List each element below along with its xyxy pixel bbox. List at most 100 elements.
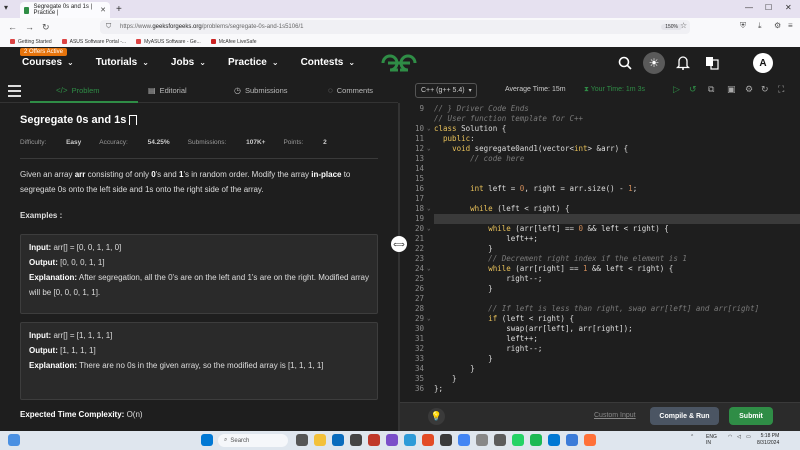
language-indicator[interactable]: ENG IN bbox=[706, 434, 717, 446]
nav-contests[interactable]: Contests ⌄ bbox=[301, 57, 356, 68]
code-line[interactable]: 26 } bbox=[400, 284, 800, 294]
menu-icon[interactable]: ≡ bbox=[788, 21, 793, 30]
task-view-icon[interactable] bbox=[296, 434, 308, 446]
nav-tutorials[interactable]: Tutorials ⌄ bbox=[96, 57, 149, 68]
tab-close-icon[interactable]: ✕ bbox=[100, 6, 106, 14]
taskbar-search[interactable]: ⌕ Search bbox=[218, 434, 288, 447]
chrome-icon[interactable] bbox=[458, 434, 470, 446]
code-line[interactable]: 16 int left = 0, right = arr.size() - 1; bbox=[400, 184, 800, 194]
resize-handle-icon[interactable]: ⟺ bbox=[391, 236, 407, 252]
custom-input-link[interactable]: Custom Input bbox=[594, 412, 636, 419]
spotify-icon[interactable] bbox=[530, 434, 542, 446]
fold-chevron-icon[interactable]: ⌄ bbox=[427, 124, 431, 134]
theme-toggle-sun-icon[interactable]: ☀ bbox=[643, 52, 665, 74]
volume-icon[interactable]: ◁ bbox=[737, 434, 741, 440]
system-clock[interactable]: 5:18 PM 8/31/2024 bbox=[757, 433, 779, 447]
battery-icon[interactable]: ▭ bbox=[746, 434, 751, 440]
bookmark-mcafee[interactable]: McAfee LiveSafe bbox=[210, 39, 257, 45]
code-line[interactable]: 34 } bbox=[400, 364, 800, 374]
reset-timer-icon[interactable]: ↺ bbox=[689, 84, 697, 95]
code-line[interactable]: 30 swap(arr[left], arr[right]); bbox=[400, 324, 800, 334]
play-icon[interactable]: ▷ bbox=[673, 84, 680, 95]
code-line[interactable]: 13 // code here bbox=[400, 154, 800, 164]
code-line[interactable]: 11 public: bbox=[400, 134, 800, 144]
whatsapp-icon[interactable] bbox=[512, 434, 524, 446]
problem-pane[interactable]: Segregate 0s and 1s Difficulty: Easy Acc… bbox=[0, 103, 394, 431]
app-icon[interactable] bbox=[404, 434, 416, 446]
app-icon[interactable] bbox=[422, 434, 434, 446]
nav-practice[interactable]: Practice ⌄ bbox=[228, 57, 279, 68]
code-line[interactable]: 32 right--; bbox=[400, 344, 800, 354]
minimize-icon[interactable]: — bbox=[745, 3, 753, 12]
address-bar[interactable]: ⛉ https://www. geeksforgeeks.org/problems… bbox=[100, 20, 690, 34]
code-line[interactable]: 23 // Decrement right index if the eleme… bbox=[400, 254, 800, 264]
window-close-icon[interactable]: ✕ bbox=[785, 3, 792, 12]
code-line[interactable]: 24 ⌄ while (arr[right] == 1 && left < rig… bbox=[400, 264, 800, 274]
windows-start-icon[interactable] bbox=[201, 434, 213, 446]
code-line[interactable]: 20 ⌄ while (arr[left] == 0 && left < righ… bbox=[400, 224, 800, 234]
code-line[interactable]: 35 } bbox=[400, 374, 800, 384]
code-line[interactable]: 9 // } Driver Code Ends bbox=[400, 104, 800, 114]
language-select[interactable]: C++ (g++ 5.4) ▾ bbox=[415, 83, 477, 98]
file-explorer-icon[interactable] bbox=[314, 434, 326, 446]
wifi-icon[interactable]: ◠ bbox=[728, 434, 732, 440]
tray-chevron-icon[interactable]: ⌃ bbox=[690, 434, 694, 440]
extensions-icon[interactable]: ⚙ bbox=[774, 21, 781, 30]
browser-tab[interactable]: Segregate 0s and 1s | Practice | ✕ bbox=[20, 2, 110, 18]
code-line[interactable]: 22 } bbox=[400, 244, 800, 254]
code-line[interactable]: 19 bbox=[400, 214, 800, 224]
app-icon[interactable] bbox=[476, 434, 488, 446]
code-line[interactable]: 28 // If left is less than right, swap a… bbox=[400, 304, 800, 314]
shield-icon[interactable]: ⛨ bbox=[740, 21, 746, 31]
back-icon[interactable]: ← bbox=[8, 22, 17, 32]
translate-icon[interactable] bbox=[705, 55, 719, 70]
code-line[interactable]: 17 bbox=[400, 194, 800, 204]
fold-chevron-icon[interactable]: ⌄ bbox=[427, 204, 431, 214]
vscode-icon[interactable] bbox=[548, 434, 560, 446]
fullscreen-icon[interactable]: ⛶ bbox=[778, 84, 784, 95]
hamburger-menu-icon[interactable] bbox=[8, 85, 21, 100]
code-line[interactable]: // User function template for C++ bbox=[400, 114, 800, 124]
tab-problem[interactable]: </> Problem bbox=[56, 86, 100, 95]
avatar[interactable]: A bbox=[753, 53, 773, 73]
fold-chevron-icon[interactable]: ⌄ bbox=[427, 224, 431, 234]
tab-submissions[interactable]: ◷ Submissions bbox=[234, 86, 288, 95]
new-tab-icon[interactable]: + bbox=[116, 4, 122, 15]
copy-icon[interactable]: ⧉ bbox=[708, 84, 714, 95]
fold-chevron-icon[interactable]: ⌄ bbox=[427, 264, 431, 274]
app-icon[interactable] bbox=[386, 434, 398, 446]
code-line[interactable]: 14 bbox=[400, 164, 800, 174]
search-icon[interactable] bbox=[618, 56, 632, 70]
bookmark-myasus[interactable]: MyASUS Software - Ge... bbox=[136, 39, 201, 45]
mcafee-icon[interactable] bbox=[368, 434, 380, 446]
bookmark-icon[interactable] bbox=[129, 115, 138, 125]
nav-courses[interactable]: Courses ⌄ bbox=[22, 57, 74, 68]
gfg-logo[interactable] bbox=[379, 53, 419, 73]
forward-icon[interactable]: → bbox=[25, 22, 34, 32]
submit-button[interactable]: Submit bbox=[729, 407, 773, 425]
zoom-level[interactable]: 150% bbox=[661, 24, 682, 30]
code-line[interactable]: 18 ⌄ while (left < right) { bbox=[400, 204, 800, 214]
maximize-icon[interactable]: ☐ bbox=[765, 3, 772, 12]
code-line[interactable]: 27 bbox=[400, 294, 800, 304]
compile-run-button[interactable]: Compile & Run bbox=[650, 407, 719, 425]
bell-icon[interactable] bbox=[676, 55, 690, 70]
lightbulb-icon[interactable]: 💡 bbox=[428, 408, 445, 425]
firefox-icon[interactable] bbox=[584, 434, 596, 446]
nav-jobs[interactable]: Jobs ⌄ bbox=[171, 57, 206, 68]
refresh-icon[interactable]: ↻ bbox=[761, 84, 769, 95]
code-line[interactable]: 29 ⌄ if (left < right) { bbox=[400, 314, 800, 324]
store-icon[interactable] bbox=[350, 434, 362, 446]
app-icon[interactable] bbox=[440, 434, 452, 446]
bookmark-getting-started[interactable]: Getting Started bbox=[10, 39, 52, 45]
tab-editorial[interactable]: ▤ Editorial bbox=[148, 86, 187, 95]
app-icon[interactable] bbox=[494, 434, 506, 446]
bookmark-asus-portal[interactable]: ASUS Software Portal -... bbox=[61, 39, 126, 45]
offers-badge[interactable]: 2 Offers Active bbox=[20, 48, 67, 56]
app-icon[interactable] bbox=[566, 434, 578, 446]
layout-icon[interactable]: ▣ bbox=[727, 84, 736, 95]
code-line[interactable]: 33 } bbox=[400, 354, 800, 364]
fold-chevron-icon[interactable]: ⌄ bbox=[427, 314, 431, 324]
star-icon[interactable]: ☆ bbox=[680, 21, 687, 30]
code-editor[interactable]: 9 // } Driver Code Ends// User function t… bbox=[400, 101, 800, 401]
